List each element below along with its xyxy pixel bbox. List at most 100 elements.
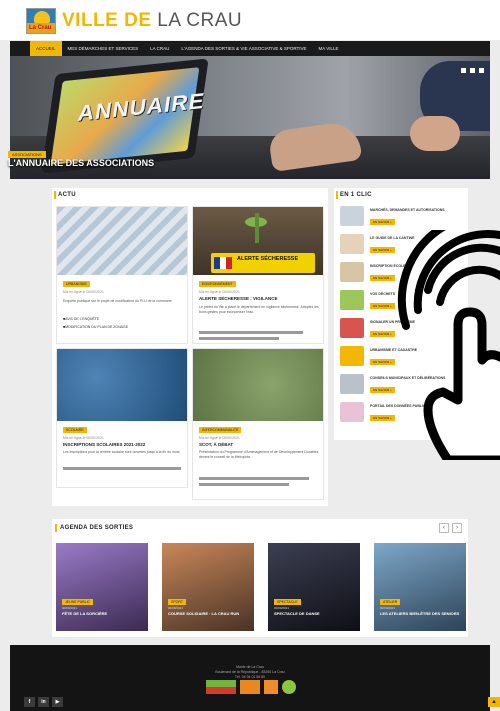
news-card-scolaire[interactable]: Scolaire Mis en ligne le 00/00/2021 Insc… — [56, 348, 188, 488]
agenda-title: Agenda des sorties — [60, 525, 134, 531]
hero-hand2-shape — [410, 116, 460, 151]
footer-logos — [206, 680, 296, 694]
warning-icon — [340, 318, 364, 338]
slider-dot[interactable] — [479, 68, 484, 73]
news-card-text: Les inscriptions pour la rentrée scolair… — [63, 450, 181, 454]
section-accent-bar — [55, 524, 57, 532]
facebook-icon[interactable]: f — [24, 697, 35, 707]
site-title[interactable]: VILLE DE LA CRAU — [62, 10, 242, 32]
quick-link-button[interactable]: En savoir + — [370, 219, 395, 225]
event-tag: Spectacle — [274, 599, 301, 605]
footer-line-1: Mairie de La Crau — [236, 665, 264, 669]
linkedin-icon[interactable]: in — [38, 697, 49, 707]
hero-slider-dots — [461, 68, 484, 73]
event-date: 00/00/2021 — [168, 606, 184, 610]
news-card-tag: Intercommunalité — [199, 427, 242, 433]
main-nav: Accueil Mes démarches et services La Cra… — [10, 41, 490, 56]
news-card-date: Mis en ligne le 00/00/2021 — [63, 436, 104, 440]
news-card-text: Présentation du Programme d'Aménagement … — [199, 450, 319, 459]
event-date: 00/00/2021 — [274, 606, 290, 610]
news-card-date: Mis en ligne le 00/00/2021 — [199, 290, 240, 294]
event-card-sorciere[interactable]: Jeune public 00/00/2021 Fête de la sorci… — [56, 543, 148, 631]
event-tag: Jeune public — [62, 599, 94, 605]
site-logo[interactable]: La Crau — [26, 8, 56, 34]
partner-logo[interactable] — [240, 680, 260, 694]
news-card-urbanisme[interactable]: Urbanisme Mis en ligne le 00/00/2021 Enq… — [56, 206, 188, 344]
agenda-next-button[interactable]: › — [452, 523, 462, 533]
touch-gesture-icon — [397, 230, 500, 460]
quick-link-thumb — [340, 346, 364, 366]
partner-logo[interactable] — [264, 680, 278, 694]
logo-sun-shape — [34, 11, 50, 23]
partner-logo[interactable] — [282, 680, 296, 694]
section-accent-bar — [54, 191, 56, 199]
nav-item-accueil[interactable]: Accueil — [30, 41, 62, 56]
nav-item-ma-ville[interactable]: Ma ville — [313, 41, 345, 56]
hero-tablet-screen: ANNUAIRE — [50, 67, 207, 165]
site-title-thin: LA CRAU — [157, 10, 243, 31]
agenda-section: Agenda des sorties ‹ › Jeune public 00/0… — [52, 519, 468, 637]
event-title: Course solidaire : la crau run — [168, 611, 240, 616]
quick-link-label: Marchés, demandes et autorisations — [370, 208, 445, 212]
news-card-text: Enquête publique sur le projet de modifi… — [63, 299, 173, 303]
footer-line-2: Boulevard de la République - 83260 La Cr… — [215, 670, 285, 674]
news-card-bar — [199, 337, 279, 340]
event-tag: Atelier — [380, 599, 401, 605]
news-card-date: Mis en ligne le 00/00/2021 — [199, 436, 240, 440]
social-links: f in ▶ — [24, 697, 63, 707]
event-title: Spectacle de danse — [274, 611, 320, 616]
event-title: Les ateliers bien-être des seniors — [380, 611, 460, 616]
hero-tablet-image: ANNUAIRE — [41, 58, 209, 174]
news-card-date: Mis en ligne le 00/00/2021 — [63, 290, 104, 294]
youtube-icon[interactable]: ▶ — [52, 697, 63, 707]
site-header: La Crau VILLE DE LA CRAU — [0, 0, 500, 40]
news-card-link-avis[interactable]: Avis de l'enquête — [63, 317, 99, 322]
quick-link-thumb — [340, 206, 364, 226]
nav-item-agenda[interactable]: L'agenda des sorties & Vie associative &… — [175, 41, 312, 56]
alert-banner: Alerte sécheresse — [211, 253, 315, 273]
section-accent-bar — [336, 191, 338, 199]
actu-section: Actu Urbanisme Mis en ligne le 00/00/202… — [52, 188, 328, 506]
hero-title[interactable]: L'annuaire des associations — [8, 158, 154, 168]
partner-logo[interactable] — [206, 680, 236, 694]
actu-title: Actu — [58, 192, 76, 198]
hero-tag: Associations — [8, 151, 46, 158]
back-to-top-button[interactable]: ▲ — [488, 697, 500, 707]
news-card-title[interactable]: Alerte sécheresse : vigilance — [199, 296, 319, 302]
slider-dot[interactable] — [461, 68, 466, 73]
nav-item-demarches[interactable]: Mes démarches et services — [62, 41, 145, 56]
hero-tablet-word: ANNUAIRE — [76, 88, 207, 126]
quick-link-thumb — [340, 262, 364, 282]
event-card-ateliers[interactable]: Atelier 00/00/2021 Les ateliers bien-êtr… — [374, 543, 466, 631]
event-date: 00/00/2021 — [62, 606, 78, 610]
news-card-link-zonage[interactable]: Modification du plan de zonage — [63, 325, 128, 330]
agenda-nav: ‹ › — [439, 523, 462, 533]
event-date: 00/00/2021 — [380, 606, 396, 610]
plant-stem-shape — [255, 213, 259, 243]
site-footer: Mairie de La Crau Boulevard de la Républ… — [10, 645, 500, 711]
nav-item-la-crau[interactable]: La Crau — [144, 41, 175, 56]
event-card-spectacle[interactable]: Spectacle 00/00/2021 Spectacle de danse — [268, 543, 360, 631]
french-flag-icon — [214, 257, 232, 269]
quick-links-title: En 1 clic — [340, 192, 372, 198]
news-card-secheresse[interactable]: Alerte sécheresse Environnement Mis en l… — [192, 206, 324, 344]
news-card-bar — [199, 331, 303, 334]
quick-link-thumb — [340, 290, 364, 310]
alert-text: Alerte sécheresse — [237, 256, 299, 262]
news-card-bar — [199, 477, 309, 480]
quick-link-thumb — [340, 234, 364, 254]
news-card-title[interactable]: Scot, à débat — [199, 442, 319, 448]
page: La Crau VILLE DE LA CRAU Accueil Mes dém… — [0, 0, 500, 711]
event-tag: Sport — [168, 599, 186, 605]
news-card-scot[interactable]: Intercommunalité Mis en ligne le 00/00/2… — [192, 348, 324, 500]
event-card-course[interactable]: Sport 00/00/2021 Course solidaire : la c… — [162, 543, 254, 631]
news-card-bar — [199, 483, 289, 486]
news-card-text: Le préfet du Var a placé le département … — [199, 305, 319, 314]
quick-link-item[interactable]: Marchés, demandes et autorisations En sa… — [340, 206, 464, 230]
agenda-prev-button[interactable]: ‹ — [439, 523, 449, 533]
event-title: Fête de la sorcière — [62, 611, 108, 616]
slider-dot[interactable] — [470, 68, 475, 73]
news-card-title[interactable]: Inscriptions scolaires 2021-2022 — [63, 442, 183, 448]
news-card-image — [57, 207, 187, 275]
logo-text: La Crau — [29, 25, 52, 31]
